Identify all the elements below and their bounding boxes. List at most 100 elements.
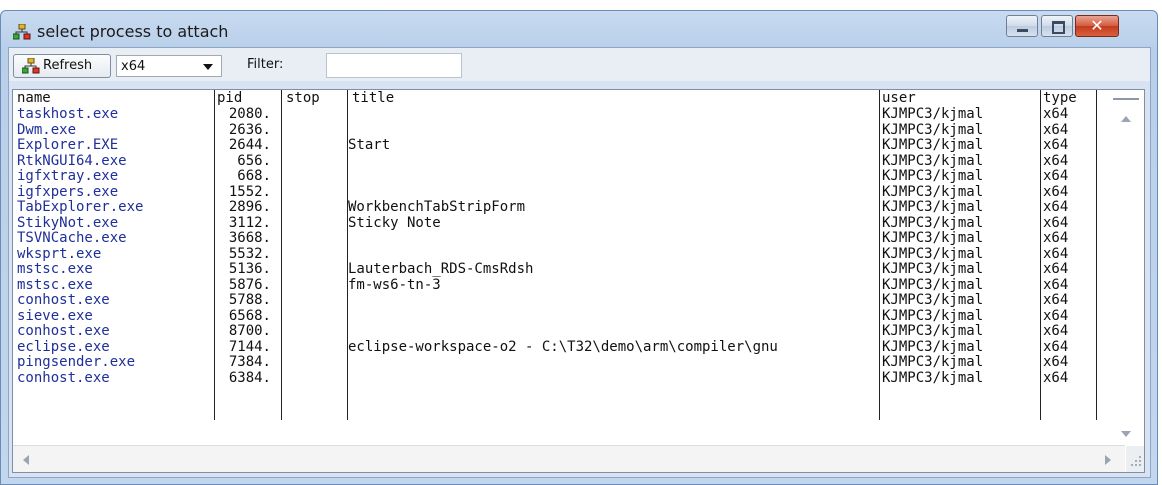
cell-title: eclipse-workspace-o2 - C:\T32\demo\arm\c… xyxy=(348,338,778,355)
cell-user: KJMPC3/kjmal xyxy=(882,214,984,231)
cell-pid: 2080. xyxy=(228,106,271,122)
column-header-name[interactable]: name xyxy=(17,91,51,106)
cell-type: x64 xyxy=(1043,199,1069,215)
cell-type: x64 xyxy=(1043,369,1069,386)
scroll-down-icon[interactable] xyxy=(1121,431,1131,437)
cell-name: igfxpers.exe xyxy=(17,183,119,200)
cell-pid: 1552. xyxy=(228,183,271,200)
table-row[interactable]: sieve.exe 6568. KJMPC3/kjmal x64 xyxy=(13,307,1123,324)
table-row[interactable]: conhost.exe 5788. KJMPC3/kjmal x64 xyxy=(13,293,1123,308)
filter-input[interactable] xyxy=(326,53,462,78)
table-row[interactable]: pingsender.exe 7384. KJMPC3/kjmal x64 xyxy=(13,355,1123,370)
cell-name: TSVNCache.exe xyxy=(17,230,127,246)
minimize-button[interactable] xyxy=(1006,15,1038,37)
window-title: select process to attach xyxy=(37,22,229,41)
cell-pid: 7144. xyxy=(228,338,271,355)
maximize-icon xyxy=(1052,21,1065,34)
cell-user: KJMPC3/kjmal xyxy=(882,369,984,386)
cell-name: Explorer.EXE xyxy=(17,137,119,153)
scroll-right-icon[interactable] xyxy=(1105,455,1111,465)
vertical-scrollbar[interactable] xyxy=(1105,90,1144,442)
cell-type: x64 xyxy=(1043,323,1069,339)
scrollbar-thumb[interactable] xyxy=(1113,98,1139,100)
cell-name: mstsc.exe xyxy=(17,261,93,277)
table-row[interactable]: mstsc.exe 5136. Lauterbach_RDS-CmsRdsh KJMP… xyxy=(13,262,1123,277)
cell-pid: 2636. xyxy=(228,121,271,138)
cell-type: x64 xyxy=(1043,214,1069,231)
table-row[interactable]: igfxpers.exe 1552. KJMPC3/kjmal x64 xyxy=(13,183,1123,200)
refresh-button[interactable]: Refresh xyxy=(13,54,111,78)
scroll-up-icon[interactable] xyxy=(1121,116,1131,122)
cell-name: sieve.exe xyxy=(17,307,93,324)
table-row[interactable]: taskhost.exe 2080. KJMPC3/kjmal x64 xyxy=(13,107,1123,122)
resize-grip-icon[interactable] xyxy=(1126,446,1144,472)
refresh-label: Refresh xyxy=(43,58,93,73)
cell-type: x64 xyxy=(1043,230,1069,246)
cell-name: igfxtray.exe xyxy=(17,168,119,184)
table-row[interactable]: StikyNot.exe 3112. Sticky Note KJMPC3/kjmal… xyxy=(13,214,1123,231)
column-header-pid[interactable]: pid xyxy=(217,91,242,106)
column-header-stop[interactable]: stop xyxy=(286,91,320,106)
close-button[interactable]: ✕ xyxy=(1075,15,1119,37)
list-header: name pid stop title user type xyxy=(13,90,1123,107)
cell-pid: 3668. xyxy=(228,230,271,246)
cell-title: Start xyxy=(348,137,391,153)
table-row[interactable]: igfxtray.exe 668. KJMPC3/kjmal x64 xyxy=(13,169,1123,184)
cell-type: x64 xyxy=(1043,106,1069,122)
cell-name: conhost.exe xyxy=(17,292,110,308)
cell-name: Dwm.exe xyxy=(17,121,77,138)
cell-pid: 656. xyxy=(237,152,271,169)
cell-title: Lauterbach_RDS-CmsRdsh xyxy=(348,261,534,277)
cell-type: x64 xyxy=(1043,338,1069,355)
cell-type: x64 xyxy=(1043,152,1069,169)
cell-user: KJMPC3/kjmal xyxy=(882,183,984,200)
attach-process-dialog: select process to attach ✕ Refresh x64 F… xyxy=(0,10,1158,485)
cell-pid: 5136. xyxy=(228,261,271,277)
scroll-left-icon[interactable] xyxy=(23,455,29,465)
table-row[interactable]: conhost.exe 8700. KJMPC3/kjmal x64 xyxy=(13,324,1123,339)
cell-name: pingsender.exe xyxy=(17,354,136,370)
title-bar[interactable]: select process to attach ✕ xyxy=(1,11,1157,49)
table-row[interactable]: Dwm.exe 2636. KJMPC3/kjmal x64 xyxy=(13,121,1123,138)
table-row[interactable]: RtkNGUI64.exe 656. KJMPC3/kjmal x64 xyxy=(13,152,1123,169)
cell-title: WorkbenchTabStripForm xyxy=(348,199,526,215)
cell-type: x64 xyxy=(1043,292,1069,308)
table-row[interactable]: TabExplorer.exe 2896. WorkbenchTabStripFor… xyxy=(13,200,1123,215)
cell-name: wksprt.exe xyxy=(17,245,102,262)
process-tree-icon xyxy=(22,58,40,74)
column-header-user[interactable]: user xyxy=(882,91,916,106)
column-header-type[interactable]: type xyxy=(1043,91,1077,106)
maximize-button[interactable] xyxy=(1041,15,1073,37)
table-row[interactable]: wksprt.exe 5532. KJMPC3/kjmal x64 xyxy=(13,245,1123,262)
table-row[interactable]: Explorer.EXE 2644. Start KJMPC3/kjmal x64 xyxy=(13,138,1123,153)
cell-user: KJMPC3/kjmal xyxy=(882,261,984,277)
cell-name: taskhost.exe xyxy=(17,106,119,122)
cell-pid: 668. xyxy=(237,168,271,184)
cell-type: x64 xyxy=(1043,354,1069,370)
cell-pid: 8700. xyxy=(228,323,271,339)
cell-pid: 5532. xyxy=(228,245,271,262)
cell-name: conhost.exe xyxy=(17,369,110,386)
minimize-icon xyxy=(1017,29,1028,32)
cell-user: KJMPC3/kjmal xyxy=(882,168,984,184)
dialog-client-area: Refresh x64 Filter: name pid stop title … xyxy=(8,47,1151,478)
process-list[interactable]: name pid stop title user type taskhost.e… xyxy=(12,89,1145,473)
process-tree-icon xyxy=(13,24,31,40)
cell-type: x64 xyxy=(1043,261,1069,277)
table-row[interactable]: TSVNCache.exe 3668. KJMPC3/kjmal x64 xyxy=(13,231,1123,246)
cell-title: Sticky Note xyxy=(348,214,441,231)
table-row[interactable]: mstsc.exe 5876. fm-ws6-tn-3 KJMPC3/kjmal x64 xyxy=(13,277,1123,293)
close-icon: ✕ xyxy=(1090,16,1104,35)
horizontal-scrollbar[interactable] xyxy=(13,445,1125,472)
architecture-select[interactable]: x64 xyxy=(116,55,222,77)
cell-pid: 5788. xyxy=(228,292,271,308)
architecture-value: x64 xyxy=(121,59,146,74)
column-header-title[interactable]: title xyxy=(352,91,394,106)
cell-user: KJMPC3/kjmal xyxy=(882,230,984,246)
table-row[interactable]: eclipse.exe 7144. eclipse-workspace-o2 - C… xyxy=(13,338,1123,355)
cell-name: conhost.exe xyxy=(17,323,110,339)
cell-pid: 2896. xyxy=(228,199,271,215)
table-row[interactable]: conhost.exe 6384. KJMPC3/kjmal x64 xyxy=(13,369,1123,386)
cell-user: KJMPC3/kjmal xyxy=(882,245,984,262)
cell-user: KJMPC3/kjmal xyxy=(882,121,984,138)
